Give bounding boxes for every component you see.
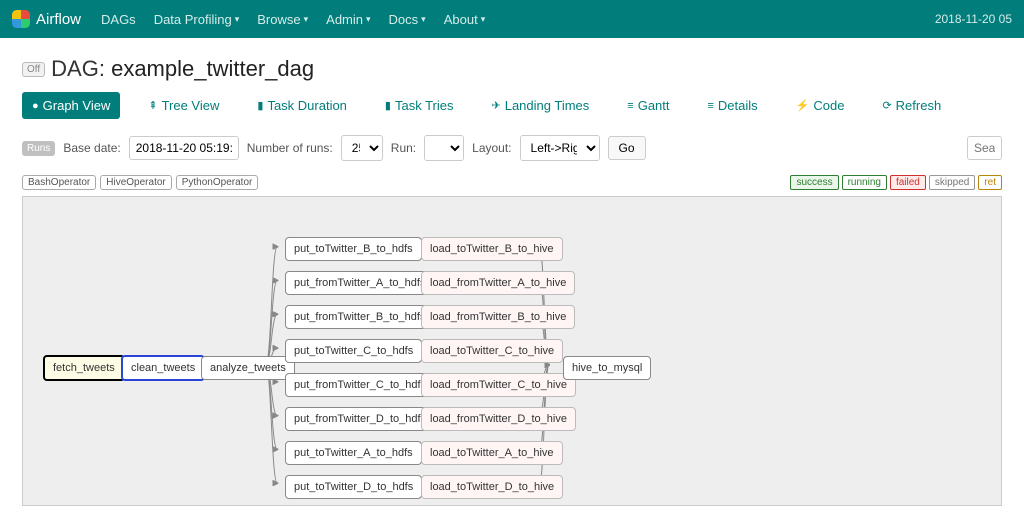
view-tabs: ●Graph View ⇞Tree View ▮Task Duration ▮Task… xyxy=(22,92,1002,119)
node-analyze-tweets[interactable]: analyze_tweets xyxy=(201,356,295,380)
node-load_toTwitter_D_to_hive[interactable]: load_toTwitter_D_to_hive xyxy=(421,475,563,499)
nav-item-dags[interactable]: DAGs xyxy=(101,12,136,27)
node-load_toTwitter_C_to_hive[interactable]: load_toTwitter_C_to_hive xyxy=(421,339,563,363)
node-load_fromTwitter_A_to_hive[interactable]: load_fromTwitter_A_to_hive xyxy=(421,271,575,295)
node-put_toTwitter_D_to_hdfs[interactable]: put_toTwitter_D_to_hdfs xyxy=(285,475,422,499)
tab-task-duration[interactable]: ▮Task Duration xyxy=(247,92,357,119)
tab-code[interactable]: ⚡Code xyxy=(786,92,855,119)
node-put_fromTwitter_B_to_hdfs[interactable]: put_fromTwitter_B_to_hdfs xyxy=(285,305,434,329)
brand-text: Airflow xyxy=(36,11,81,28)
node-load_fromTwitter_D_to_hive[interactable]: load_fromTwitter_D_to_hive xyxy=(421,407,576,431)
nav-item-admin[interactable]: Admin▾ xyxy=(326,12,370,27)
run-label: Run: xyxy=(391,141,416,155)
go-button[interactable]: Go xyxy=(608,136,646,160)
node-put_fromTwitter_A_to_hdfs[interactable]: put_fromTwitter_A_to_hdfs xyxy=(285,271,434,295)
node-load_fromTwitter_B_to_hive[interactable]: load_fromTwitter_B_to_hive xyxy=(421,305,575,329)
status-chip-failed: failed xyxy=(890,175,926,190)
status-chip-ret: ret xyxy=(978,175,1002,190)
legend-row: BashOperator HiveOperator PythonOperator s… xyxy=(22,175,1002,190)
dag-toggle[interactable]: Off xyxy=(22,62,45,77)
operator-chip-bashoperator: BashOperator xyxy=(22,175,96,190)
dag-label: DAG: xyxy=(51,56,105,81)
node-put_toTwitter_B_to_hdfs[interactable]: put_toTwitter_B_to_hdfs xyxy=(285,237,422,261)
base-date-input[interactable] xyxy=(129,136,239,160)
nav-item-about[interactable]: About▾ xyxy=(444,12,486,27)
node-fetch-tweets[interactable]: fetch_tweets xyxy=(43,355,125,381)
brand[interactable]: Airflow xyxy=(12,10,81,28)
dag-title-row: Off DAG: example_twitter_dag xyxy=(22,56,1002,82)
run-select[interactable] xyxy=(424,135,464,161)
node-load_toTwitter_B_to_hive[interactable]: load_toTwitter_B_to_hive xyxy=(421,237,563,261)
node-put_toTwitter_C_to_hdfs[interactable]: put_toTwitter_C_to_hdfs xyxy=(285,339,422,363)
nav-item-docs[interactable]: Docs▾ xyxy=(389,12,426,27)
navbar: Airflow DAGs Data Profiling▾ Browse▾ Admin▾… xyxy=(0,0,1024,38)
status-chip-running: running xyxy=(842,175,887,190)
operator-legend: BashOperator HiveOperator PythonOperator xyxy=(22,175,258,190)
graph-area[interactable]: fetch_tweets clean_tweets analyze_tweets… xyxy=(22,196,1002,506)
operator-chip-hiveoperator: HiveOperator xyxy=(100,175,171,190)
node-put_fromTwitter_C_to_hdfs[interactable]: put_fromTwitter_C_to_hdfs xyxy=(285,373,435,397)
node-clean-tweets[interactable]: clean_tweets xyxy=(121,355,205,381)
tab-task-tries[interactable]: ▮Task Tries xyxy=(375,92,464,119)
nav-item-browse[interactable]: Browse▾ xyxy=(257,12,308,27)
tab-landing-times[interactable]: ✈Landing Times xyxy=(482,92,600,119)
controls-row: Runs Base date: Number of runs: 25 Run: … xyxy=(22,135,1002,161)
search-input[interactable] xyxy=(967,136,1002,160)
status-chip-skipped: skipped xyxy=(929,175,975,190)
dag-name: example_twitter_dag xyxy=(111,56,314,81)
num-runs-select[interactable]: 25 xyxy=(341,135,383,161)
nav-item-data-profiling[interactable]: Data Profiling▾ xyxy=(154,12,240,27)
num-runs-label: Number of runs: xyxy=(247,141,333,155)
node-load_toTwitter_A_to_hive[interactable]: load_toTwitter_A_to_hive xyxy=(421,441,563,465)
node-put_toTwitter_A_to_hdfs[interactable]: put_toTwitter_A_to_hdfs xyxy=(285,441,422,465)
node-hive-to-mysql[interactable]: hive_to_mysql xyxy=(563,356,651,380)
runs-badge: Runs xyxy=(22,141,55,156)
base-date-label: Base date: xyxy=(63,141,120,155)
tab-tree-view[interactable]: ⇞Tree View xyxy=(138,92,229,119)
node-put_fromTwitter_D_to_hdfs[interactable]: put_fromTwitter_D_to_hdfs xyxy=(285,407,435,431)
operator-chip-pythonoperator: PythonOperator xyxy=(176,175,259,190)
tab-details[interactable]: ≡Details xyxy=(698,92,768,119)
tab-graph-view[interactable]: ●Graph View xyxy=(22,92,120,119)
status-legend: success runningfailedskippedret xyxy=(790,175,1002,190)
node-load_fromTwitter_C_to_hive[interactable]: load_fromTwitter_C_to_hive xyxy=(421,373,576,397)
layout-label: Layout: xyxy=(472,141,511,155)
status-chip-success: success xyxy=(790,175,838,190)
tab-gantt[interactable]: ≡Gantt xyxy=(617,92,679,119)
layout-select[interactable]: Left->Right xyxy=(520,135,600,161)
tab-refresh[interactable]: ⟳Refresh xyxy=(872,92,951,119)
navbar-clock: 2018-11-20 05 xyxy=(935,12,1012,26)
pinwheel-icon xyxy=(12,10,30,28)
